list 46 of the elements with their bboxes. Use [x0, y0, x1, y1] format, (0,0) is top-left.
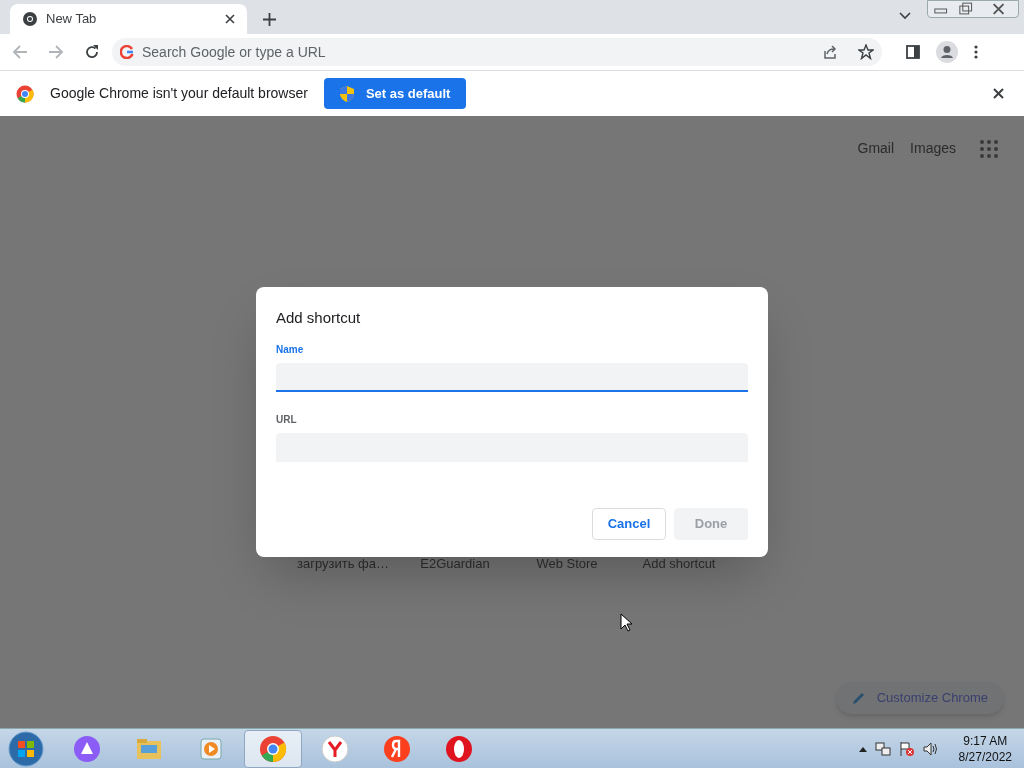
chrome-icon [259, 734, 287, 763]
chevron-down-icon[interactable] [899, 12, 911, 20]
network-icon[interactable] [874, 740, 891, 757]
tab-title: New Tab [46, 10, 98, 29]
ya-logo-icon [383, 734, 411, 763]
mouse-cursor-icon [620, 613, 632, 632]
set-as-default-button[interactable]: Set as default [323, 78, 467, 109]
pencil-icon [851, 691, 865, 705]
shortcut-label[interactable]: Web Store [536, 554, 598, 574]
close-icon[interactable] [225, 14, 235, 24]
input-field[interactable] [276, 362, 748, 392]
shortcut-label[interactable]: E2Guardian [420, 554, 490, 574]
field-label: Name [276, 342, 305, 357]
flag-error-icon[interactable] [898, 740, 915, 757]
shield-icon [339, 85, 354, 102]
profile-icon[interactable] [936, 41, 958, 63]
shortcut-label[interactable]: загрузить фа… [297, 554, 389, 574]
clock-date: 8/27/2022 [958, 748, 1012, 765]
start-button[interactable] [6, 729, 46, 768]
share-icon[interactable] [822, 44, 838, 60]
new-tab-icon[interactable] [263, 13, 276, 26]
menu-icon[interactable] [974, 45, 978, 59]
address-bar[interactable]: Search Google or type a URL [112, 38, 882, 66]
shortcut-label[interactable]: Add shortcut [642, 554, 716, 574]
infobar-message: Google Chrome isn't your default browser [50, 84, 308, 103]
header-link[interactable]: Images [910, 138, 956, 159]
apps-grid-icon[interactable] [980, 139, 998, 158]
alice-icon [73, 734, 101, 763]
volume-icon[interactable] [922, 740, 939, 757]
chrome-icon [22, 11, 38, 27]
opera-icon [445, 734, 473, 763]
browser-tab[interactable]: New Tab [10, 4, 247, 34]
side-panel-icon[interactable] [906, 45, 920, 59]
y-logo-icon [321, 734, 349, 763]
header-link[interactable]: Gmail [857, 138, 895, 159]
field-label: URL [276, 412, 298, 427]
reload-icon[interactable] [84, 44, 100, 60]
chrome-logo-icon [16, 84, 34, 103]
show-hidden-icons-icon[interactable] [858, 745, 867, 752]
google-icon [120, 45, 134, 59]
dialog-button[interactable]: Cancel [592, 507, 666, 540]
taskbar-button[interactable] [244, 729, 302, 768]
dialog-title: Add shortcut [276, 308, 362, 328]
star-icon[interactable] [858, 44, 874, 60]
close-icon[interactable] [993, 88, 1004, 99]
clock-time: 9:17 AM [963, 732, 1008, 749]
